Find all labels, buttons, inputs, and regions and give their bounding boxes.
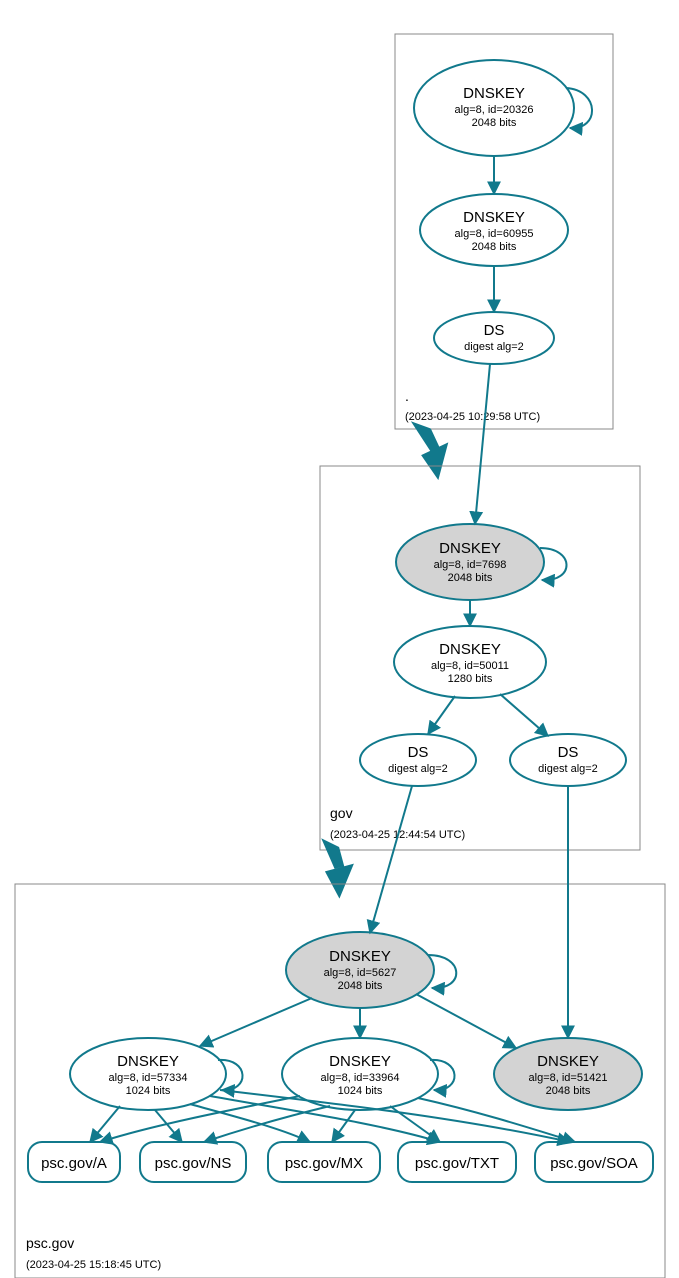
svg-text:alg=8, id=51421: alg=8, id=51421 [529, 1072, 608, 1084]
delegation-arrow-gov [316, 832, 361, 901]
edge-gov-zsk-ds2 [500, 694, 548, 736]
node-rr-soa: psc.gov/SOA [535, 1142, 653, 1182]
zone-psc-name: psc.gov [26, 1235, 74, 1251]
svg-text:DS: DS [408, 744, 429, 761]
svg-text:psc.gov/NS: psc.gov/NS [155, 1155, 232, 1172]
e-z2-mx [332, 1110, 355, 1142]
svg-text:1280 bits: 1280 bits [448, 673, 493, 685]
svg-text:psc.gov/TXT: psc.gov/TXT [415, 1155, 499, 1172]
svg-text:alg=8, id=7698: alg=8, id=7698 [434, 559, 507, 571]
svg-text:alg=8, id=33964: alg=8, id=33964 [321, 1072, 400, 1084]
node-root-zsk: DNSKEY alg=8, id=60955 2048 bits [420, 194, 568, 266]
svg-text:1024 bits: 1024 bits [338, 1085, 383, 1097]
svg-text:2048 bits: 2048 bits [448, 572, 493, 584]
svg-text:2048 bits: 2048 bits [338, 980, 383, 992]
node-psc-key3: DNSKEY alg=8, id=51421 2048 bits [494, 1038, 642, 1110]
zone-psc-ts: (2023-04-25 15:18:45 UTC) [26, 1259, 161, 1271]
node-rr-ns: psc.gov/NS [140, 1142, 246, 1182]
node-gov-ds2: DS digest alg=2 [510, 734, 626, 786]
node-psc-ksk: DNSKEY alg=8, id=5627 2048 bits [286, 932, 434, 1008]
node-rr-txt: psc.gov/TXT [398, 1142, 516, 1182]
svg-text:psc.gov/MX: psc.gov/MX [285, 1155, 363, 1172]
svg-text:DNSKEY: DNSKEY [463, 209, 525, 226]
node-gov-ds1: DS digest alg=2 [360, 734, 476, 786]
svg-text:alg=8, id=50011: alg=8, id=50011 [431, 660, 509, 672]
svg-text:2048 bits: 2048 bits [472, 117, 517, 129]
svg-text:alg=8, id=20326: alg=8, id=20326 [455, 104, 534, 116]
node-root-ksk: DNSKEY alg=8, id=20326 2048 bits [414, 60, 574, 156]
edge-psc-ksk-key3 [416, 994, 516, 1048]
svg-text:DNSKEY: DNSKEY [329, 1053, 391, 1070]
e-z2-txt [390, 1106, 440, 1142]
svg-text:DS: DS [484, 322, 505, 339]
zone-root-name: . [405, 388, 409, 404]
svg-text:2048 bits: 2048 bits [546, 1085, 591, 1097]
edge-gov-ds1-psc-ksk [370, 786, 412, 933]
edge-gov-zsk-ds1 [428, 696, 455, 734]
zone-gov-name: gov [330, 805, 353, 821]
node-gov-ksk: DNSKEY alg=8, id=7698 2048 bits [396, 524, 544, 600]
svg-text:alg=8, id=5627: alg=8, id=5627 [324, 967, 397, 979]
svg-text:2048 bits: 2048 bits [472, 241, 517, 253]
svg-text:digest alg=2: digest alg=2 [388, 763, 448, 775]
node-rr-mx: psc.gov/MX [268, 1142, 380, 1182]
zone-root-ts: (2023-04-25 10:29:58 UTC) [405, 411, 540, 423]
svg-text:DNSKEY: DNSKEY [463, 85, 525, 102]
svg-text:DNSKEY: DNSKEY [439, 540, 501, 557]
svg-text:DNSKEY: DNSKEY [329, 948, 391, 965]
node-gov-zsk: DNSKEY alg=8, id=50011 1280 bits [394, 626, 546, 698]
edge-root-ds-gov-ksk [475, 364, 490, 524]
svg-text:DNSKEY: DNSKEY [537, 1053, 599, 1070]
svg-text:psc.gov/A: psc.gov/A [41, 1155, 107, 1172]
node-rr-a: psc.gov/A [28, 1142, 120, 1182]
svg-text:digest alg=2: digest alg=2 [464, 341, 524, 353]
node-root-ds: DS digest alg=2 [434, 312, 554, 364]
svg-text:psc.gov/SOA: psc.gov/SOA [550, 1155, 638, 1172]
node-psc-zsk1: DNSKEY alg=8, id=57334 1024 bits [70, 1038, 226, 1110]
svg-text:DS: DS [558, 744, 579, 761]
svg-text:digest alg=2: digest alg=2 [538, 763, 598, 775]
svg-text:alg=8, id=57334: alg=8, id=57334 [109, 1072, 188, 1084]
svg-text:alg=8, id=60955: alg=8, id=60955 [455, 228, 534, 240]
svg-text:DNSKEY: DNSKEY [439, 641, 501, 658]
edge-psc-ksk-zsk1 [200, 998, 312, 1046]
svg-text:DNSKEY: DNSKEY [117, 1053, 179, 1070]
svg-text:1024 bits: 1024 bits [126, 1085, 171, 1097]
